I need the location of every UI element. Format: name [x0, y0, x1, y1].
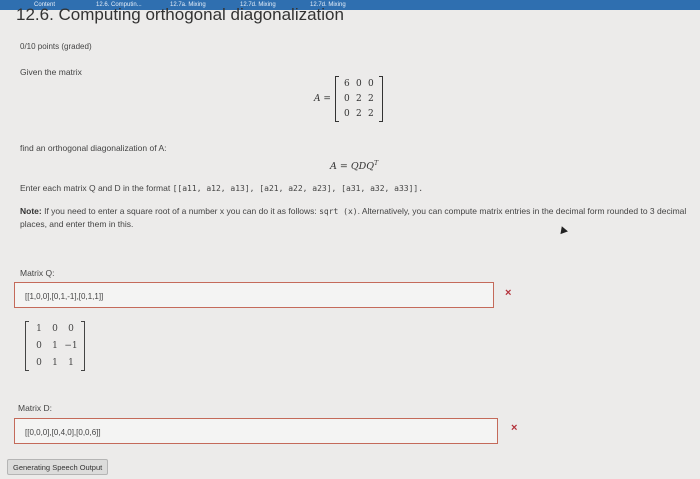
equation-superscript: T — [374, 160, 379, 167]
note-text-1: If you need to enter a square root of a … — [41, 206, 320, 216]
matrix-q-cell: 0 — [36, 341, 42, 351]
note-text: Note: If you need to enter a square root… — [20, 205, 700, 230]
matrix-a-lhs: A = — [314, 94, 331, 104]
instruction-text: find an orthogonal diagonalization of A: — [20, 143, 167, 153]
matrix-a-cell: 6 — [344, 79, 350, 89]
incorrect-icon: × — [505, 287, 512, 299]
matrix-q-cell: 0 — [36, 358, 42, 368]
matrix-d-input[interactable]: [[0,0,0],[0,4,0],[0,0,6]] — [14, 418, 498, 444]
matrix-a-cell: 0 — [368, 79, 374, 89]
matrix-a-cell: 0 — [344, 109, 350, 119]
matrix-a-display: A = 6 0 0 0 2 2 0 2 2 — [314, 76, 383, 122]
matrix-q-input[interactable]: [[1,0,0],[0,1,-1],[0,1,1]] — [14, 282, 494, 308]
given-text: Given the matrix — [20, 67, 82, 77]
page-title: 12.6. Computing orthogonal diagonalizati… — [16, 5, 344, 24]
equation: A = QDQT — [330, 160, 378, 172]
right-bracket — [378, 76, 383, 122]
format-code: [[a11, a12, a13], [a21, a22, a23], [a31,… — [172, 184, 424, 193]
matrix-a-grid: 6 0 0 0 2 2 0 2 2 — [339, 76, 379, 122]
incorrect-icon: × — [511, 422, 518, 434]
matrix-a-cell: 2 — [368, 94, 374, 104]
matrix-q-label: Matrix Q: — [20, 268, 55, 278]
matrix-a-cell: 2 — [356, 109, 362, 119]
note-code: sqrt (x) — [319, 207, 358, 216]
points-status: 0/10 points (graded) — [20, 42, 92, 51]
matrix-q-cell: −1 — [64, 341, 78, 351]
note-label: Note: — [20, 206, 42, 216]
matrix-q-cell: 0 — [52, 324, 58, 334]
matrix-d-label: Matrix D: — [18, 403, 52, 413]
speech-output-button[interactable]: Generating Speech Output — [7, 459, 109, 475]
matrix-q-preview: 1 0 0 0 1 −1 0 1 1 — [25, 321, 85, 371]
matrix-a-cell: 0 — [356, 79, 362, 89]
matrix-q-cell: 1 — [52, 358, 58, 368]
matrix-a-cell: 2 — [368, 109, 374, 119]
format-instruction: Enter each matrix Q and D in the format … — [20, 183, 423, 193]
equation-lhs: A = QDQ — [330, 161, 375, 173]
matrix-a-cell: 0 — [344, 94, 350, 104]
matrix-q-cell: 1 — [52, 341, 58, 351]
format-prefix: Enter each matrix Q and D in the format — [20, 183, 171, 193]
matrix-a-cell: 2 — [356, 94, 362, 104]
matrix-q-grid: 1 0 0 0 1 −1 0 1 1 — [29, 321, 81, 371]
matrix-q-cell: 1 — [68, 358, 74, 368]
matrix-q-cell: 0 — [68, 324, 74, 334]
right-bracket — [81, 321, 85, 371]
matrix-q-cell: 1 — [36, 324, 42, 334]
